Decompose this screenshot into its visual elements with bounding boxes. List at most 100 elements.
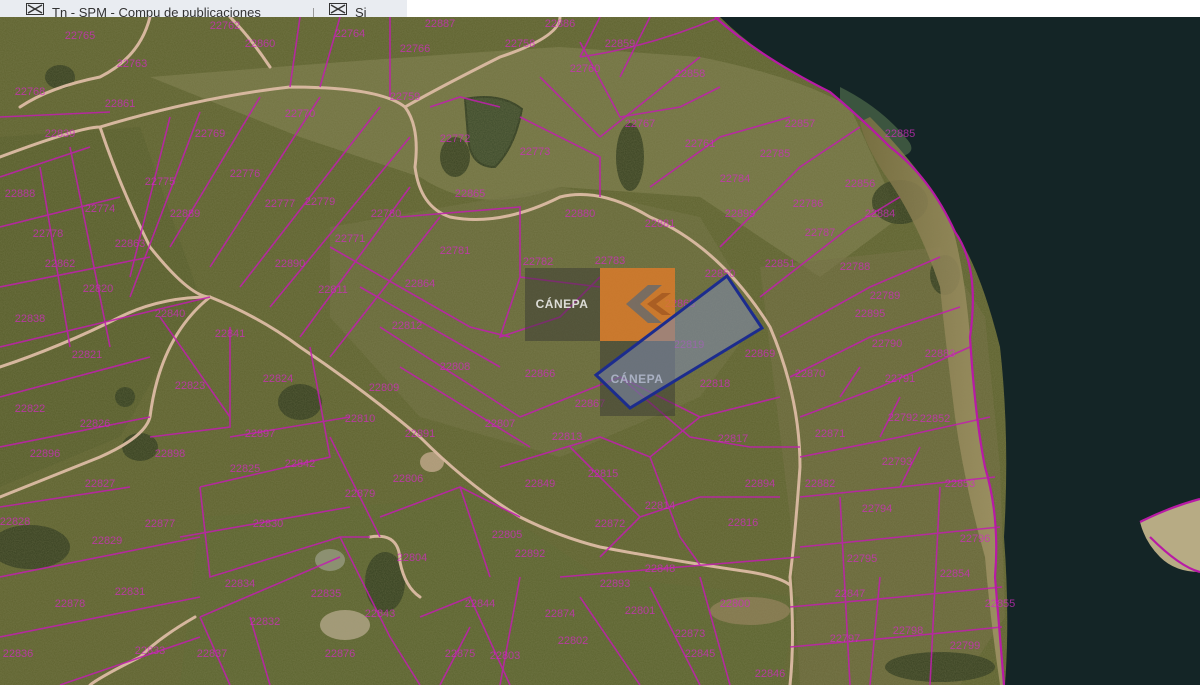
lot-number-label: 22820 xyxy=(83,283,114,295)
lot-number-label: 22800 xyxy=(720,598,751,610)
lot-number-label: 22838 xyxy=(15,313,46,325)
lot-number-label: 22848 xyxy=(645,563,676,575)
lot-number-label: 22777 xyxy=(265,198,296,210)
lot-number-label: 22890 xyxy=(275,258,306,270)
lot-number-label: 22893 xyxy=(600,578,631,590)
lot-number-label: 22873 xyxy=(675,628,706,640)
lot-number-label: 22798 xyxy=(893,625,924,637)
lot-number-label: 22862 xyxy=(45,258,76,270)
lot-number-label: 22898 xyxy=(155,448,186,460)
lot-number-label: 22806 xyxy=(393,473,424,485)
lot-number-label: 22844 xyxy=(465,598,496,610)
lot-number-label: 22785 xyxy=(760,148,791,160)
lot-number-label: 22816 xyxy=(728,517,759,529)
lot-number-label: 22887 xyxy=(425,18,456,30)
lot-number-label: 22860 xyxy=(245,38,276,50)
lot-number-label: 22795 xyxy=(847,553,878,565)
lot-number-label: 22897 xyxy=(245,428,276,440)
lot-number-label: 22805 xyxy=(492,529,523,541)
lot-number-label: 22801 xyxy=(625,605,656,617)
lot-number-label: 22781 xyxy=(440,245,471,257)
lot-number-label: 22802 xyxy=(558,635,589,647)
lot-number-label: 22842 xyxy=(285,458,316,470)
lot-number-label: 22863 xyxy=(115,238,146,250)
lot-number-label: 22776 xyxy=(230,168,261,180)
lot-number-label: 22815 xyxy=(588,468,619,480)
lot-number-label: 22825 xyxy=(230,463,261,475)
lot-number-label: 22840 xyxy=(155,308,186,320)
lot-number-label: 22768 xyxy=(15,86,46,98)
lot-number-label: 22821 xyxy=(72,349,103,361)
lot-number-label: 22794 xyxy=(862,503,893,515)
lot-number-label: 22872 xyxy=(595,518,626,530)
lot-number-label: 22762 xyxy=(210,20,241,32)
lot-number-label: 22884 xyxy=(865,208,896,220)
lot-number-label: 22772 xyxy=(440,133,471,145)
lot-number-label: 22827 xyxy=(85,478,116,490)
lot-number-label: 22809 xyxy=(369,382,400,394)
lot-number-label: 22767 xyxy=(625,118,656,130)
lot-number-label: 22853 xyxy=(945,478,976,490)
lot-number-label: 22787 xyxy=(805,227,836,239)
lot-number-label: 22850 xyxy=(705,268,736,280)
lot-number-label: 22774 xyxy=(85,203,116,215)
lot-number-label: 22854 xyxy=(940,568,971,580)
lot-number-label: 22830 xyxy=(253,518,284,530)
lot-number-label: 22855 xyxy=(985,598,1016,610)
lot-number-label: 22770 xyxy=(285,108,316,120)
lot-number-label: 22773 xyxy=(520,146,551,158)
lot-number-label: 22829 xyxy=(92,535,123,547)
bookmark-item-2[interactable]: Si xyxy=(329,0,399,17)
lot-number-label: 22784 xyxy=(720,173,751,185)
lot-number-label: 22812 xyxy=(392,320,423,332)
lot-number-label: 22832 xyxy=(250,616,281,628)
lot-number-label: 22895 xyxy=(855,308,886,320)
lot-number-label: 22845 xyxy=(685,648,716,660)
lot-number-label: 22761 xyxy=(685,138,716,150)
lot-number-label: 22797 xyxy=(830,633,861,645)
lot-number-label: 22760 xyxy=(570,63,601,75)
lot-number-label: 22834 xyxy=(225,578,256,590)
lot-number-label: 22792 xyxy=(888,412,919,424)
lot-number-label: 22775 xyxy=(145,176,176,188)
lot-number-label: 22823 xyxy=(175,380,206,392)
lot-number-label: 22813 xyxy=(552,431,583,443)
lot-number-label: 22864 xyxy=(405,278,436,290)
lot-number-label: 22892 xyxy=(515,548,546,560)
lot-number-label: 22791 xyxy=(885,373,916,385)
lot-number-label: 22878 xyxy=(55,598,86,610)
bookmark-item-1[interactable]: Tn - SPM - Compu de publicaciones xyxy=(26,0,306,17)
lot-number-label: 22841 xyxy=(215,328,246,340)
lot-number-label: 22817 xyxy=(718,433,749,445)
lot-number-label: 22859 xyxy=(605,38,636,50)
lot-number-label: 22818 xyxy=(700,378,731,390)
lot-number-label: 22894 xyxy=(745,478,776,490)
lot-number-label: 22758 xyxy=(505,38,536,50)
lot-number-label: 22759 xyxy=(390,91,421,103)
lot-number-label: 22881 xyxy=(645,218,676,230)
browser-bookmark-bar: Tn - SPM - Compu de publicaciones Si xyxy=(0,0,1200,17)
lot-number-label: 22857 xyxy=(785,118,816,130)
lot-number-label: 22874 xyxy=(545,608,576,620)
lot-number-label: 22828 xyxy=(0,516,30,528)
lot-number-label: 22870 xyxy=(795,368,826,380)
lot-number-label: 22765 xyxy=(65,30,96,42)
lot-number-label: 22769 xyxy=(195,128,226,140)
lot-number-label: 22780 xyxy=(371,208,402,220)
lot-number-label: 22899 xyxy=(725,208,756,220)
lot-number-label: 22856 xyxy=(845,178,876,190)
lot-number-label: 22779 xyxy=(305,196,336,208)
lot-number-label: 22763 xyxy=(117,58,148,70)
lot-number-label: 22849 xyxy=(525,478,556,490)
lot-number-label: 22803 xyxy=(490,650,521,662)
lot-number-label: 22889 xyxy=(170,208,201,220)
lot-number-label: 22799 xyxy=(950,640,981,652)
satellite-parcel-map[interactable]: 22765 22763 22762 22764 22766 22759 22758 22760… xyxy=(0,17,1200,685)
lot-number-label: 22836 xyxy=(3,648,34,660)
lot-number-label: 22876 xyxy=(325,648,356,660)
image-icon xyxy=(329,3,347,15)
lot-number-label: 22896 xyxy=(30,448,61,460)
lot-number-label: 22831 xyxy=(115,586,146,598)
lot-number-label: 22861 xyxy=(105,98,136,110)
lot-number-label: 22808 xyxy=(440,361,471,373)
